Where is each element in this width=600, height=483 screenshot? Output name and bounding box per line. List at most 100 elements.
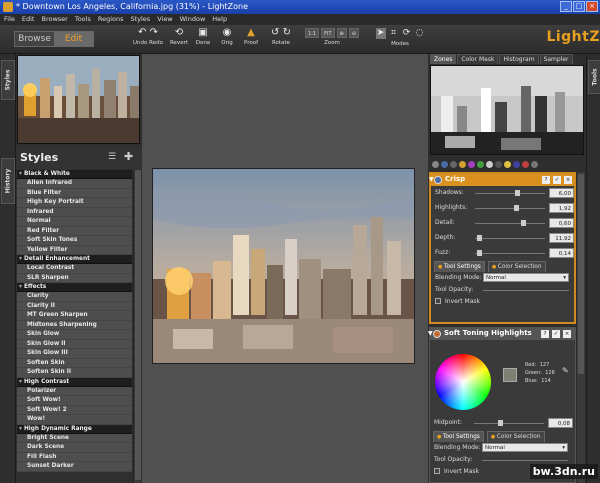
slider-track[interactable] xyxy=(475,193,545,194)
slider-track[interactable] xyxy=(475,208,545,209)
zoom-out-icon[interactable]: ⊖ xyxy=(348,28,359,38)
menu-styles[interactable]: Styles xyxy=(130,14,150,25)
tab-tool-settings[interactable]: Tool Settings xyxy=(434,261,485,272)
sharpen-tool-icon[interactable] xyxy=(459,160,466,168)
menu-edit[interactable]: Edit xyxy=(22,14,35,25)
slider-value-field[interactable]: 0,14 xyxy=(549,248,574,258)
style-item[interactable]: Soften Skin xyxy=(17,358,132,368)
zoom-1to1-button[interactable]: 1:1 xyxy=(305,28,320,38)
zone-tool-icon[interactable] xyxy=(432,160,439,168)
slider-knob[interactable] xyxy=(476,235,482,241)
enable-checkbox[interactable]: ✓ xyxy=(553,176,561,184)
close-tool-icon[interactable]: × xyxy=(563,330,571,338)
style-item[interactable]: Infrared xyxy=(17,207,132,217)
style-item[interactable]: Yellow Filter xyxy=(17,245,132,255)
tab-histogram[interactable]: Histogram xyxy=(499,54,539,64)
style-group-header[interactable]: High Contrast xyxy=(17,377,132,387)
style-item[interactable]: Alien Infrared xyxy=(17,179,132,189)
add-style-icon[interactable]: ✚ xyxy=(124,150,133,163)
photo-preview[interactable] xyxy=(152,168,415,364)
color-balance-tool-icon[interactable] xyxy=(477,160,484,168)
styles-scrollbar[interactable] xyxy=(133,170,141,483)
image-canvas[interactable] xyxy=(142,54,428,483)
tool-opacity-slider[interactable] xyxy=(483,290,569,291)
zoom-in-icon[interactable]: ⊕ xyxy=(336,28,347,38)
invert-mask-checkbox[interactable] xyxy=(434,468,440,474)
close-tool-icon[interactable]: × xyxy=(564,176,572,184)
menu-view[interactable]: View xyxy=(157,14,172,25)
noise-tool-icon[interactable] xyxy=(450,160,457,168)
style-group-header[interactable]: Detail Enhancement xyxy=(17,255,132,264)
hue-tool-icon[interactable] xyxy=(468,160,475,168)
tab-color-mask[interactable]: Color Mask xyxy=(457,54,499,64)
tab-color-selection[interactable]: Color Selection xyxy=(487,261,546,272)
crop-mode-icon[interactable]: ⌗ xyxy=(389,28,399,39)
collapse-icon[interactable]: ▼ xyxy=(428,330,433,337)
menu-window[interactable]: Window xyxy=(180,14,206,25)
style-item[interactable]: Soft Wow! 2 xyxy=(17,405,132,415)
scrollbar-thumb[interactable] xyxy=(578,174,584,374)
red-eye-tool-icon[interactable] xyxy=(513,160,520,168)
bw-tool-icon[interactable] xyxy=(486,160,493,168)
tab-history[interactable]: History xyxy=(1,158,15,204)
style-item[interactable]: High Key Portrait xyxy=(17,198,132,208)
undo-redo-button[interactable]: ↶ ↷ Undo Redo xyxy=(130,27,166,53)
menu-regions[interactable]: Regions xyxy=(98,14,124,25)
style-item[interactable]: Fill Flash xyxy=(17,452,132,462)
close-button[interactable]: × xyxy=(586,1,598,12)
slider-knob[interactable] xyxy=(520,220,526,226)
blending-mode-select[interactable]: Normal xyxy=(483,273,569,282)
rotate-button[interactable]: ↺ ↻ Rotate xyxy=(266,27,296,53)
style-item[interactable]: Normal xyxy=(17,217,132,227)
tab-zones[interactable]: Zones xyxy=(430,54,457,64)
slider-value-field[interactable]: 6,00 xyxy=(549,188,574,198)
style-item[interactable]: Blue Filter xyxy=(17,188,132,198)
slider-track[interactable] xyxy=(475,223,545,224)
style-item[interactable]: Skin Glow xyxy=(17,330,132,340)
white-balance-tool-icon[interactable] xyxy=(522,160,529,168)
zoom-fit-button[interactable]: FIT xyxy=(321,28,335,38)
midpoint-slider[interactable] xyxy=(474,423,544,424)
slider-knob[interactable] xyxy=(476,250,482,256)
style-item[interactable]: Soften Skin II xyxy=(17,368,132,378)
tools-scrollbar[interactable] xyxy=(577,172,585,483)
slider-knob[interactable] xyxy=(515,190,521,196)
style-item[interactable]: MT Green Sharpen xyxy=(17,311,132,321)
relight-tool-icon[interactable] xyxy=(441,160,448,168)
collapse-icon[interactable]: ▼ xyxy=(429,176,434,183)
tab-sampler[interactable]: Sampler xyxy=(539,54,573,64)
rotate-mode-icon[interactable]: ⟳ xyxy=(402,28,412,39)
style-item[interactable]: Sunset Darker xyxy=(17,462,132,472)
menu-file[interactable]: File xyxy=(4,14,15,25)
slider-value-field[interactable]: 1,92 xyxy=(549,203,574,213)
maximize-button[interactable]: □ xyxy=(573,1,585,12)
style-item[interactable]: Skin Glow II xyxy=(17,339,132,349)
tab-color-selection[interactable]: Color Selection xyxy=(486,431,545,442)
menu-help[interactable]: Help xyxy=(212,14,227,25)
style-item[interactable]: Wow! xyxy=(17,415,132,425)
style-item[interactable]: Clarity xyxy=(17,292,132,302)
style-group-header[interactable]: Black & White xyxy=(17,170,132,179)
soft-toning-header[interactable]: ▼ Soft Toning Highlights ? ✓ × xyxy=(428,328,575,340)
style-item[interactable]: Skin Glow III xyxy=(17,349,132,359)
menu-browser[interactable]: Browser xyxy=(41,14,67,25)
list-view-icon[interactable]: ☰ xyxy=(108,152,116,162)
style-item[interactable]: Dark Scene xyxy=(17,443,132,453)
style-group-header[interactable]: Effects xyxy=(17,283,132,292)
help-icon[interactable]: ? xyxy=(541,330,549,338)
clone-tool-icon[interactable] xyxy=(504,160,511,168)
pointer-mode-icon[interactable]: ➤ xyxy=(375,28,386,39)
help-icon[interactable]: ? xyxy=(542,176,550,184)
blur-tool-icon[interactable] xyxy=(495,160,502,168)
edit-mode-button[interactable]: Edit xyxy=(54,32,93,46)
slider-value-field[interactable]: 11,92 xyxy=(549,233,574,243)
enable-checkbox[interactable]: ✓ xyxy=(552,330,560,338)
style-group-header[interactable]: High Dynamic Range xyxy=(17,424,132,434)
scrollbar-thumb[interactable] xyxy=(135,170,141,480)
style-item[interactable]: Polarizer xyxy=(17,386,132,396)
style-item[interactable]: Midtones Sharpening xyxy=(17,320,132,330)
style-item[interactable]: Soft Wow! xyxy=(17,396,132,406)
slider-knob[interactable] xyxy=(514,205,519,211)
style-item[interactable]: Bright Scene xyxy=(17,433,132,443)
style-item[interactable]: Soft Skin Tones xyxy=(17,236,132,246)
